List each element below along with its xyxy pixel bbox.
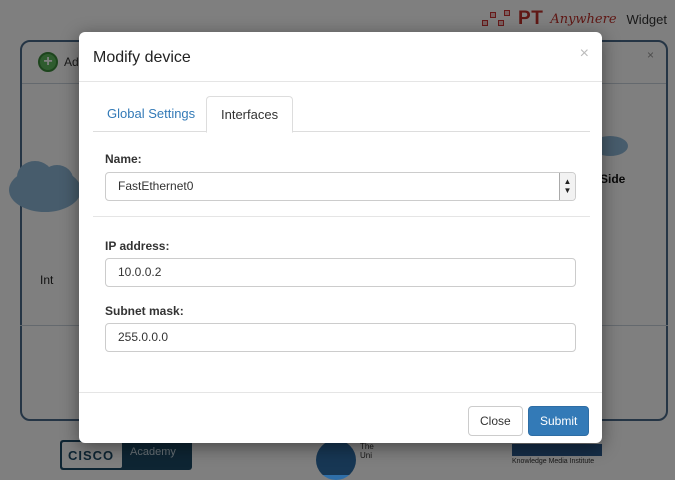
tab-interfaces[interactable]: Interfaces xyxy=(206,96,294,133)
ip-address-input[interactable]: 10.0.0.2 xyxy=(105,258,576,287)
interface-select[interactable]: FastEthernet0 ▲ ▼ xyxy=(105,172,576,201)
submit-button[interactable]: Submit xyxy=(528,406,590,436)
ip-address-label: IP address: xyxy=(105,239,170,253)
dialog-footer: Close Submit xyxy=(79,392,602,443)
subnet-mask-label: Subnet mask: xyxy=(105,304,184,318)
subnet-mask-input[interactable]: 255.0.0.0 xyxy=(105,323,576,352)
form-divider xyxy=(93,216,590,217)
interface-select-value: FastEthernet0 xyxy=(118,179,194,193)
dialog-header: Modify device × xyxy=(79,32,602,82)
dialog-title: Modify device xyxy=(93,49,191,66)
close-button[interactable]: Close xyxy=(468,406,523,436)
chevron-down-icon[interactable]: ▲ ▼ xyxy=(559,173,575,200)
modify-device-dialog: Modify device × Global Settings Interfac… xyxy=(79,32,602,443)
dialog-tabs: Global Settings Interfaces xyxy=(93,96,590,133)
dialog-close-icon[interactable]: × xyxy=(580,45,589,63)
tab-global-settings[interactable]: Global Settings xyxy=(93,96,209,132)
name-label: Name: xyxy=(105,152,142,166)
